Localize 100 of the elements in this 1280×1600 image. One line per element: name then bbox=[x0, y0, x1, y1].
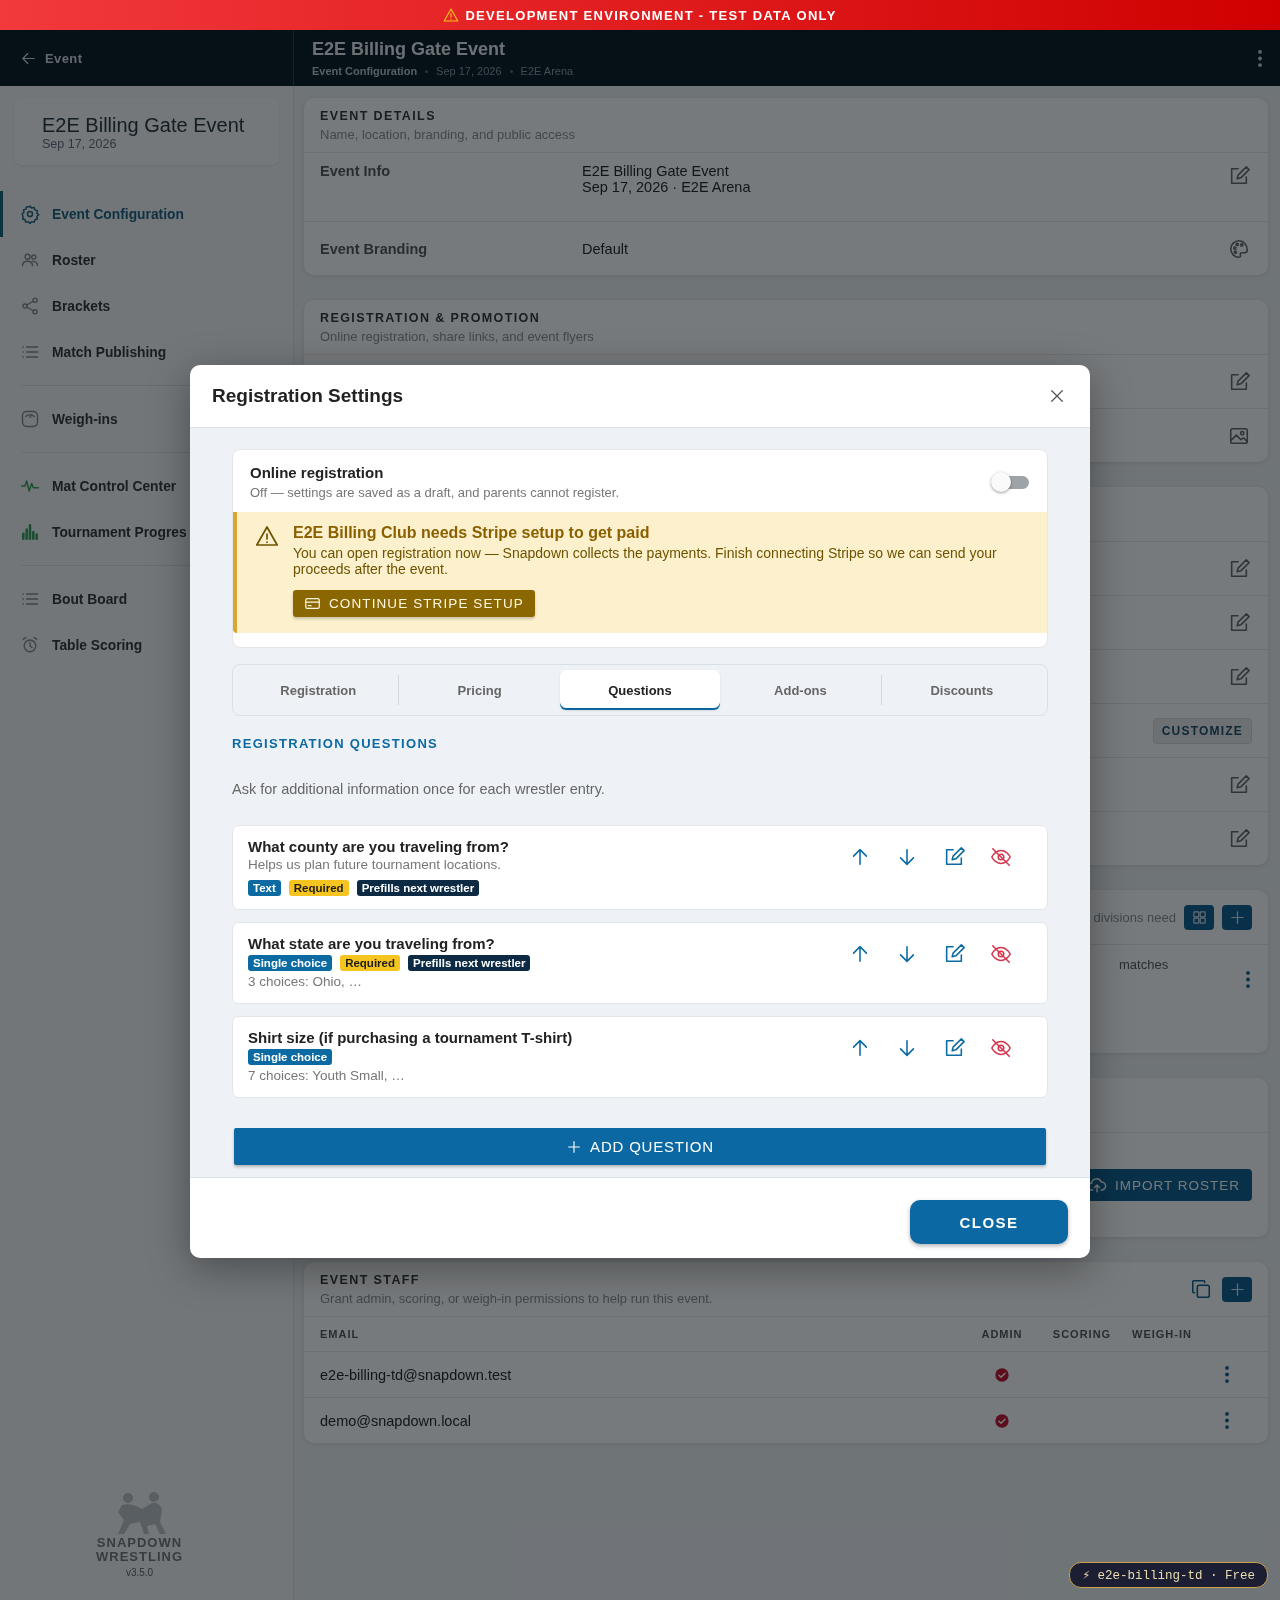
add-staff-button[interactable] bbox=[1222, 1276, 1252, 1302]
edit-icon bbox=[1228, 827, 1250, 850]
staff-email: e2e-billing-td@snapdown.test bbox=[320, 1366, 513, 1383]
edit-icon bbox=[1228, 370, 1250, 393]
edit-icon bbox=[1228, 665, 1250, 688]
tab[interactable]: Pricing bbox=[399, 670, 560, 711]
sidebar-item[interactable]: Match Publishing bbox=[0, 329, 293, 375]
add-question-button[interactable]: ADD QUESTION bbox=[234, 1128, 1046, 1166]
close-icon bbox=[1048, 387, 1066, 405]
more-button[interactable] bbox=[1223, 1364, 1231, 1385]
sidebar-item[interactable]: Tournament Progres bbox=[0, 509, 293, 555]
row-value: E2E Billing Gate Event bbox=[582, 163, 730, 179]
breadcrumb-text: Event Configuration bbox=[312, 65, 418, 77]
question-tag: Single choice bbox=[248, 955, 333, 972]
plus-icon bbox=[1228, 908, 1246, 926]
toggle-switch[interactable] bbox=[991, 471, 1031, 493]
page-title: E2E Billing Gate Event bbox=[312, 39, 507, 60]
more-icon bbox=[1225, 1412, 1229, 1429]
tab[interactable]: Questions bbox=[559, 670, 721, 711]
event-title: E2E Billing Gate Event bbox=[42, 114, 246, 137]
section-title: REGISTRATION QUESTIONS bbox=[232, 736, 440, 752]
alarm-clock-icon bbox=[20, 635, 40, 655]
card-title: REGISTRATION & PROMOTION bbox=[320, 310, 542, 325]
warning-icon bbox=[443, 7, 460, 23]
sidebar-item[interactable]: Event Configuration bbox=[0, 191, 293, 237]
question-tag: Single choice bbox=[248, 1049, 333, 1066]
gear-icon bbox=[20, 204, 40, 224]
breadcrumb-text: E2E Arena bbox=[520, 65, 574, 77]
eye-off-icon bbox=[990, 846, 1012, 869]
row-value: Default bbox=[582, 240, 629, 257]
tab[interactable]: Discounts bbox=[881, 670, 1043, 711]
event-date: Sep 17, 2026 bbox=[42, 137, 118, 151]
row-label: Event Branding bbox=[320, 240, 429, 257]
eye-off-icon bbox=[990, 943, 1012, 966]
alert-title: E2E Billing Club needs Stripe setup to get paid bbox=[293, 524, 651, 542]
environment-badge: ⚡ e2e-billing-td · Free bbox=[1069, 1562, 1268, 1588]
question-tag: Required bbox=[340, 955, 400, 972]
more-icon bbox=[1246, 971, 1250, 988]
card-title: EVENT DETAILS bbox=[320, 108, 437, 123]
column-header: ADMIN bbox=[980, 1328, 1024, 1340]
version-text: v3.5.0 bbox=[125, 1567, 154, 1578]
back-button[interactable]: Event bbox=[20, 45, 83, 71]
edit-icon bbox=[1228, 165, 1250, 187]
setting-title: Online registration bbox=[250, 464, 385, 481]
question-tag: Required bbox=[288, 880, 349, 897]
column-header: WEIGH-IN bbox=[1131, 1328, 1193, 1340]
question-tag: Prefills next wrestler bbox=[408, 955, 531, 972]
question-title: What county are you traveling from? bbox=[248, 838, 510, 856]
dialog-title: Registration Settings bbox=[212, 385, 405, 407]
column-header: SCORING bbox=[1051, 1328, 1113, 1340]
question-title: Shirt size (if purchasing a tournament T-shirt) bbox=[248, 1029, 574, 1047]
more-button[interactable] bbox=[1256, 47, 1264, 69]
row-value: Sep 17, 2026 · E2E Arena bbox=[582, 179, 752, 195]
plus-icon bbox=[566, 1138, 583, 1155]
dev-banner-text: DEVELOPMENT ENVIRONMENT - TEST DATA ONLY bbox=[465, 7, 837, 23]
question-help: Helps us plan future tournament locations. bbox=[248, 857, 502, 873]
people-icon bbox=[20, 250, 40, 270]
column-header: EMAIL bbox=[320, 1328, 361, 1340]
grid-icon bbox=[1190, 908, 1208, 926]
palette-icon bbox=[1228, 237, 1250, 260]
more-icon bbox=[1225, 1366, 1229, 1383]
section-description: Ask for additional information once for each wrestler entry. bbox=[232, 781, 606, 798]
more-button[interactable] bbox=[1223, 1410, 1231, 1431]
staff-email: demo@snapdown.local bbox=[320, 1412, 472, 1429]
warning-icon bbox=[255, 524, 279, 548]
tab[interactable]: Add-ons bbox=[720, 670, 881, 711]
question-choices: 7 choices: Youth Small, … bbox=[248, 1068, 406, 1084]
question-title: What state are you traveling from? bbox=[248, 935, 496, 953]
breadcrumb-text: Sep 17, 2026 bbox=[436, 65, 502, 77]
logo-text: SNAPDOWN bbox=[96, 1536, 183, 1549]
close-dialog-button[interactable]: CLOSE bbox=[910, 1200, 1068, 1245]
more-button[interactable] bbox=[1244, 969, 1252, 990]
edit-icon bbox=[1228, 557, 1250, 580]
row-text: matches bbox=[1119, 957, 1170, 972]
alert-text: You can open registration now — Snapdown collects the payments. Finish connecting Stripe so we can send your proceeds after the event. bbox=[293, 545, 998, 578]
tab[interactable]: Registration bbox=[238, 670, 399, 711]
edit-icon bbox=[1228, 773, 1250, 796]
sidebar-item[interactable]: Bout Board bbox=[0, 576, 293, 622]
question-tag: Prefills next wrestler bbox=[356, 880, 480, 897]
row-label: Event Info bbox=[320, 163, 392, 179]
plus-icon bbox=[1228, 1280, 1246, 1298]
plus-button[interactable] bbox=[1222, 904, 1252, 930]
sidebar-item[interactable]: Roster bbox=[0, 237, 293, 283]
question-tag: Text bbox=[248, 880, 281, 897]
sidebar-item[interactable]: Brackets bbox=[0, 283, 293, 329]
share-icon bbox=[20, 296, 40, 316]
copy-icon bbox=[1190, 1278, 1212, 1300]
logo-text: WRESTLING bbox=[96, 1550, 183, 1563]
more-icon bbox=[1258, 49, 1262, 67]
sidebar-item[interactable]: Table Scoring bbox=[0, 622, 293, 668]
bar-chart-icon bbox=[20, 522, 40, 542]
scale-icon bbox=[20, 409, 40, 429]
question-choices: 3 choices: Ohio, … bbox=[248, 974, 364, 990]
grid-button[interactable] bbox=[1184, 904, 1214, 930]
setting-description: Off — settings are saved as a draft, and parents cannot register. bbox=[250, 485, 621, 500]
continue-stripe-setup-button[interactable]: CONTINUE STRIPE SETUP bbox=[293, 590, 535, 618]
customize-button[interactable]: CUSTOMIZE bbox=[1152, 717, 1252, 744]
edit-icon bbox=[1228, 611, 1250, 634]
card-title: EVENT STAFF bbox=[320, 1272, 421, 1287]
eye-off-icon bbox=[990, 1037, 1012, 1060]
